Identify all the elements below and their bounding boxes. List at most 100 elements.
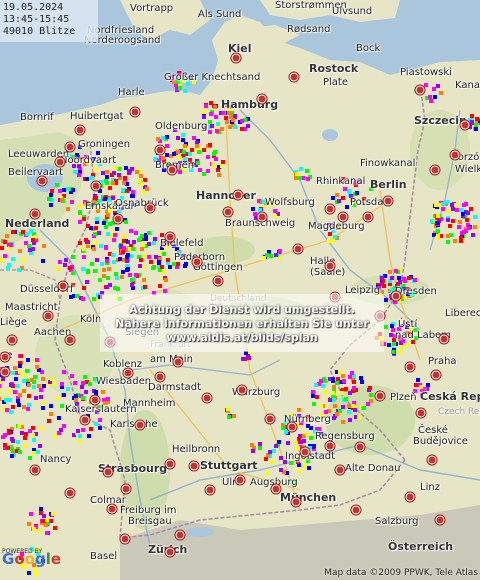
- city-marker: [165, 547, 175, 557]
- city-marker: [338, 212, 348, 222]
- lightning-strike: [112, 238, 116, 242]
- lightning-strike: [66, 387, 70, 391]
- lightning-strike: [78, 204, 82, 208]
- city-marker: [58, 281, 68, 291]
- google-logo[interactable]: Google: [2, 550, 61, 568]
- city-marker: [175, 530, 185, 540]
- lightning-strike: [18, 393, 22, 397]
- lightning-strike: [53, 434, 57, 438]
- label-karlsruhe: Karlsruhe: [110, 419, 158, 430]
- lightning-strike: [60, 198, 64, 202]
- notice-line-3[interactable]: www.aldis.at/blids/splan: [100, 331, 384, 344]
- lightning-strike: [34, 572, 38, 576]
- lightning-strike: [94, 226, 98, 230]
- label-stuttgart: Stuttgart: [200, 459, 258, 472]
- city-marker: [293, 244, 303, 254]
- label-ulvsund: Ulvsund: [332, 6, 373, 17]
- label-salzburg: Salzburg: [375, 516, 419, 527]
- lightning-strike: [392, 342, 396, 346]
- lightning-strike: [93, 167, 97, 171]
- lightning-strike: [106, 276, 110, 280]
- lightning-strike: [141, 190, 145, 194]
- lightning-strike: [23, 444, 27, 448]
- lightning-strike: [208, 120, 212, 124]
- lightning-strike: [284, 430, 288, 434]
- lightning-strike: [87, 434, 91, 438]
- lightning-strike: [75, 294, 79, 298]
- lightning-strike: [35, 358, 39, 362]
- label-muenchen: München: [280, 491, 337, 504]
- lightning-strike: [156, 137, 160, 141]
- lightning-strike: [321, 384, 325, 388]
- city-marker: [383, 196, 393, 206]
- lightning-strike: [359, 376, 363, 380]
- lightning-strike: [39, 388, 43, 392]
- lightning-strike: [71, 188, 75, 192]
- lightning-strike: [328, 398, 332, 402]
- lightning-strike: [294, 176, 298, 180]
- lightning-strike: [130, 278, 134, 282]
- lightning-strike: [350, 371, 354, 375]
- lightning-strike: [8, 398, 12, 402]
- lightning-strike: [17, 424, 21, 428]
- lightning-strike: [60, 404, 64, 408]
- lightning-strike: [413, 278, 417, 282]
- lightning-strike: [400, 345, 404, 349]
- lightning-strike: [32, 385, 36, 389]
- lightning-strike: [461, 212, 465, 216]
- label-basel: Basel: [90, 551, 118, 562]
- lightning-strike: [368, 386, 372, 390]
- lightning-strike: [188, 152, 192, 156]
- lightning-strike: [209, 101, 213, 105]
- map-copyright[interactable]: Map data ©2009 PPWK, Tele Atlas: [324, 568, 478, 578]
- lightning-strike: [384, 325, 388, 329]
- lightning-strike: [71, 271, 75, 275]
- lightning-strike: [331, 377, 335, 381]
- lightning-strike: [102, 274, 106, 278]
- lightning-strike: [115, 276, 119, 280]
- lightning-strike: [403, 279, 407, 283]
- lightning-strike: [57, 416, 61, 420]
- lightning-strike: [34, 568, 38, 572]
- city-marker: [271, 484, 281, 494]
- lightning-strike: [168, 265, 172, 269]
- lightning-map[interactable]: Vortrapp Als Sund Storstrømmen Ulvsund Rødsa…: [0, 0, 480, 580]
- city-marker: [415, 85, 425, 95]
- lightning-strike: [369, 393, 373, 397]
- lightning-strike: [55, 183, 59, 187]
- lightning-strike: [129, 229, 133, 233]
- lightning-strike: [449, 233, 453, 237]
- lightning-strike: [161, 136, 165, 140]
- label-czech-republic: Czech Republic: [438, 407, 480, 417]
- lightning-strike: [432, 87, 436, 91]
- lightning-strike: [1, 377, 5, 381]
- label-nederland: Nederland: [5, 217, 70, 230]
- lightning-strike: [232, 414, 236, 418]
- lightning-strike: [160, 265, 164, 269]
- lightning-strike: [355, 191, 359, 195]
- lightning-strike: [163, 289, 167, 293]
- info-box: 19.05.2024 13:45-15:45 49010 Blitze: [0, 0, 98, 42]
- lightning-strike: [466, 211, 470, 215]
- lightning-strike: [11, 230, 15, 234]
- lightning-strike: [227, 111, 231, 115]
- lightning-strike: [269, 460, 273, 464]
- lightning-strike: [436, 234, 440, 238]
- lightning-strike: [84, 238, 88, 242]
- lightning-strike: [381, 279, 385, 283]
- lightning-strike: [228, 125, 232, 129]
- strike-count-label: 49010 Blitze: [3, 26, 76, 37]
- lightning-strike: [81, 267, 85, 271]
- lightning-strike: [28, 456, 32, 460]
- lightning-strike: [22, 379, 26, 383]
- lightning-strike: [145, 187, 149, 191]
- city-marker: [155, 372, 165, 382]
- city-marker: [7, 335, 17, 345]
- lightning-strike: [143, 254, 147, 258]
- lightning-strike: [74, 398, 78, 402]
- lightning-strike: [331, 391, 335, 395]
- lightning-strike: [240, 119, 244, 123]
- lightning-strike: [147, 242, 151, 246]
- lightning-strike: [108, 186, 112, 190]
- label-plzen: Plzeň: [390, 392, 417, 403]
